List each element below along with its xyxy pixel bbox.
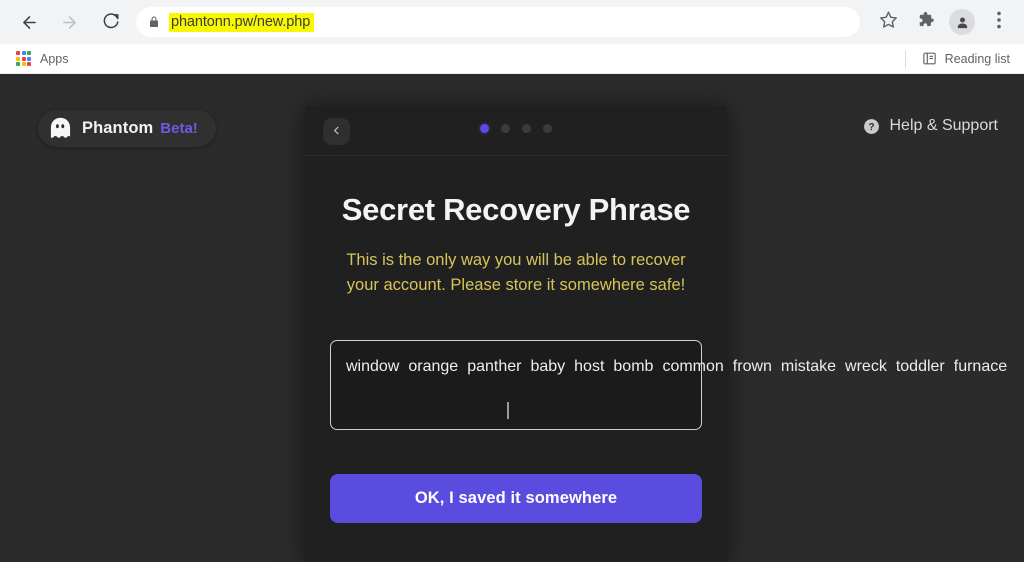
step-dot-3[interactable] [522,124,531,133]
seed-phrase-words: window orange panther baby host bomb common fro… [346,355,1007,379]
seed-word: common [662,358,724,376]
back-arrow-icon [20,13,39,32]
seed-word: panther [467,358,522,376]
more-menu-button[interactable] [984,7,1014,37]
modal-body: Secret Recovery Phrase This is the only … [305,192,1007,524]
back-button[interactable] [14,7,44,37]
seed-word: furnace [953,358,1008,376]
extensions-button[interactable] [910,7,940,37]
help-support-label: Help & Support [889,117,998,134]
bookmark-star-button[interactable] [873,7,903,37]
bookmarks-bar: Apps Reading list [0,44,1024,74]
ghost-icon [48,116,73,141]
bookmarks-bar-right: Reading list [904,49,1014,68]
seed-phrase-box[interactable]: window orange panther baby host bomb common fro… [330,340,1007,431]
step-dot-2[interactable] [501,124,510,133]
address-bar[interactable]: phantonn.pw/new.php [136,7,860,37]
url-text[interactable]: phantonn.pw/new.php [169,12,315,32]
modal-header [305,106,727,156]
step-dot-1[interactable] [480,124,489,133]
bookmark-star-icon [879,10,898,34]
more-menu-icon [997,11,1001,34]
seed-word: window [346,358,400,376]
browser-toolbar: phantonn.pw/new.php [0,0,1024,44]
phantom-logo[interactable]: Phantom Beta! [38,110,216,147]
forward-button[interactable] [54,7,84,37]
profile-button[interactable] [947,7,977,37]
apps-label: Apps [40,51,69,66]
secret-recovery-phrase-modal: Secret Recovery Phrase This is the only … [305,106,1007,562]
seed-word: wreck [845,358,887,376]
phantom-brand-name: Phantom [82,119,154,137]
seed-word: toddler [895,358,945,376]
extensions-puzzle-icon [916,10,935,34]
reading-list-label: Reading list [944,51,1010,66]
seed-word: host [574,358,605,376]
seed-word: bomb [613,358,654,376]
bookmarks-divider [904,49,906,68]
reading-list-icon [922,51,937,66]
step-dot-4[interactable] [543,124,552,133]
step-indicator [305,124,727,133]
text-cursor [507,402,509,420]
page-content: Phantom Beta! ? Help & Support Secret Re… [0,74,1024,562]
seed-word: baby [530,358,566,376]
reload-button[interactable] [96,7,126,37]
phantom-beta-badge: Beta! [160,120,198,137]
question-circle-icon: ? [863,118,880,135]
svg-text:?: ? [869,122,875,133]
help-support-link[interactable]: ? Help & Support [863,117,998,135]
seed-word: frown [732,358,772,376]
profile-avatar-icon [949,9,975,35]
forward-arrow-icon [60,13,79,32]
confirm-saved-button[interactable]: OK, I saved it somewhere [330,474,702,524]
toolbar-actions [866,7,1014,37]
reload-icon [102,13,120,31]
lock-icon [148,15,160,29]
seed-word: mistake [780,358,837,376]
browser-chrome: phantonn.pw/new.php Apps Reading list [0,0,1024,74]
apps-grid-icon [16,51,31,66]
apps-shortcut[interactable]: Apps [10,49,75,68]
seed-word: orange [408,358,459,376]
reading-list-button[interactable]: Reading list [918,49,1014,68]
warning-text: This is the only way you will be able to… [346,251,686,295]
page-title: Secret Recovery Phrase [341,192,691,227]
